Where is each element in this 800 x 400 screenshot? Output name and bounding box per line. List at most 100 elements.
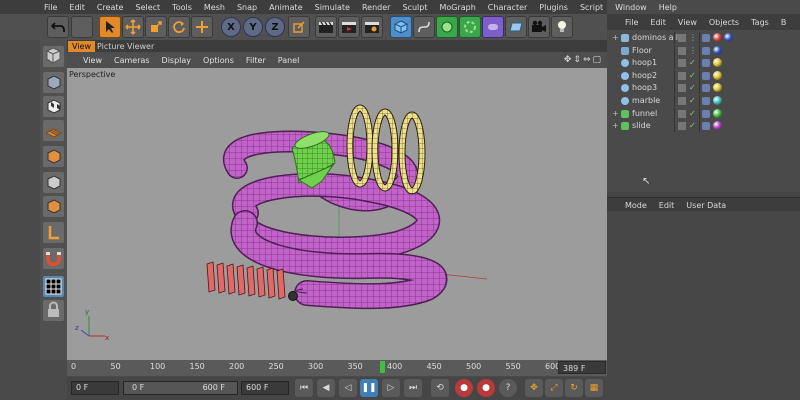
phong-tag-icon[interactable] bbox=[702, 84, 710, 93]
phong-tag-icon[interactable] bbox=[702, 46, 710, 55]
menu-plugins[interactable]: Plugins bbox=[532, 3, 573, 12]
rotate-tool-button[interactable] bbox=[168, 16, 190, 38]
enable-check-icon[interactable]: ✓ bbox=[689, 108, 696, 120]
object-name[interactable]: funnel bbox=[632, 108, 657, 120]
visibility-toggle[interactable] bbox=[678, 46, 686, 55]
menu-mesh[interactable]: Mesh bbox=[197, 3, 230, 12]
play-backwards-button[interactable]: ◁ bbox=[339, 379, 357, 397]
material-tag-icon[interactable] bbox=[713, 45, 722, 55]
loop-button[interactable]: ⟲ bbox=[431, 379, 449, 397]
menu-snap[interactable]: Snap bbox=[230, 3, 262, 12]
visibility-toggle[interactable] bbox=[678, 109, 686, 118]
object-row[interactable]: hoop1 ✓ bbox=[607, 57, 800, 70]
enable-check-icon[interactable]: ✓ bbox=[689, 95, 696, 107]
expand-toggle[interactable]: + bbox=[612, 32, 619, 44]
recent-tools-button[interactable] bbox=[191, 16, 213, 38]
enable-check-icon[interactable]: ⋮ bbox=[689, 45, 697, 57]
object-name[interactable]: hoop3 bbox=[632, 82, 657, 94]
expand-toggle[interactable]: + bbox=[612, 120, 619, 132]
menu-render[interactable]: Render bbox=[355, 3, 395, 12]
render-to-picture-viewer-button[interactable] bbox=[338, 16, 360, 38]
enable-check-icon[interactable]: ✓ bbox=[689, 120, 696, 132]
menu-animate[interactable]: Animate bbox=[262, 3, 308, 12]
object-row[interactable]: Floor ⋮ bbox=[607, 44, 800, 57]
enable-check-icon[interactable]: ✓ bbox=[689, 70, 696, 82]
scale-tool-button[interactable] bbox=[145, 16, 167, 38]
object-row[interactable]: hoop3 ✓ bbox=[607, 82, 800, 95]
go-to-start-button[interactable]: ⏮ bbox=[295, 379, 313, 397]
object-manager-list[interactable]: + dominos all ⋮ Floor ⋮ hoop1 ✓ hoop2 ✓ hoop3 ✓ mar… bbox=[607, 30, 800, 192]
model-mode-button[interactable] bbox=[43, 72, 64, 93]
record-active-objects-button[interactable]: ● bbox=[455, 379, 473, 397]
x-axis-lock-button[interactable]: X bbox=[221, 17, 241, 37]
previous-key-button[interactable]: ◀ bbox=[317, 379, 335, 397]
floor-object-button[interactable] bbox=[505, 16, 527, 38]
tab-view[interactable]: View bbox=[68, 41, 95, 52]
light-object-button[interactable] bbox=[551, 16, 573, 38]
object-menu-file[interactable]: File bbox=[607, 18, 644, 27]
menu-simulate[interactable]: Simulate bbox=[308, 3, 355, 12]
viewport-menu-display[interactable]: Display bbox=[156, 56, 198, 65]
menu-character[interactable]: Character bbox=[481, 3, 533, 12]
subdivision-surface-button[interactable] bbox=[436, 16, 458, 38]
undo-button[interactable] bbox=[47, 16, 69, 38]
menu-file[interactable]: File bbox=[0, 3, 62, 12]
autokeying-button[interactable]: ● bbox=[477, 379, 495, 397]
go-to-end-button[interactable]: ⏭ bbox=[404, 379, 422, 397]
preview-range-slider[interactable]: 0 F 600 F bbox=[123, 381, 238, 395]
pen-spline-button[interactable] bbox=[413, 16, 435, 38]
visibility-toggle[interactable] bbox=[678, 71, 686, 80]
material-tag-icon[interactable] bbox=[724, 33, 733, 42]
render-view-button[interactable] bbox=[315, 16, 337, 38]
menu-help[interactable]: Help bbox=[652, 3, 682, 12]
enable-snap-button[interactable] bbox=[43, 276, 64, 297]
y-axis-lock-button[interactable]: Y bbox=[243, 17, 263, 37]
material-tag-icon[interactable] bbox=[713, 108, 722, 118]
next-frame-button[interactable]: ▷ bbox=[382, 379, 400, 397]
menu-create[interactable]: Create bbox=[90, 3, 129, 12]
visibility-toggle[interactable] bbox=[678, 59, 686, 68]
visibility-toggle[interactable] bbox=[678, 84, 686, 93]
object-name[interactable]: hoop1 bbox=[632, 57, 657, 69]
object-row[interactable]: marble ✓ bbox=[607, 95, 800, 107]
object-name[interactable]: Floor bbox=[632, 45, 652, 57]
rotation-key-button[interactable]: ↻ bbox=[565, 379, 583, 397]
object-menu-objects[interactable]: Objects bbox=[703, 18, 745, 27]
timeline-ruler[interactable]: 0 50 100 150 200 250 300 350 400 450 500 550 600 bbox=[67, 360, 607, 376]
viewport-menu-cameras[interactable]: Cameras bbox=[108, 56, 156, 65]
object-row[interactable]: + dominos all ⋮ bbox=[607, 32, 800, 44]
polygons-mode-button[interactable] bbox=[43, 196, 64, 217]
object-name[interactable]: slide bbox=[632, 120, 651, 132]
parameter-key-button[interactable]: ▦ bbox=[585, 379, 603, 397]
viewport-menu-filter[interactable]: Filter bbox=[240, 56, 272, 65]
array-object-button[interactable] bbox=[459, 16, 481, 38]
cube-object-button[interactable] bbox=[390, 16, 412, 38]
start-frame-field[interactable]: 0 F bbox=[71, 381, 119, 395]
viewport-menu-options[interactable]: Options bbox=[197, 56, 240, 65]
viewport-nav-icons[interactable]: ✥⇕⇔▢ bbox=[564, 55, 607, 65]
z-axis-lock-button[interactable]: Z bbox=[265, 17, 285, 37]
material-tag-icon[interactable] bbox=[713, 70, 722, 80]
menu-sculpt[interactable]: Sculpt bbox=[395, 3, 432, 12]
phong-tag-icon[interactable] bbox=[702, 97, 710, 105]
viewport-menu-panel[interactable]: Panel bbox=[272, 56, 306, 65]
bend-deformer-button[interactable] bbox=[482, 16, 504, 38]
menu-mograph[interactable]: MoGraph bbox=[432, 3, 480, 12]
axis-mode-button[interactable] bbox=[43, 222, 64, 243]
points-mode-button[interactable] bbox=[43, 146, 64, 167]
workplane-mode-button[interactable] bbox=[43, 120, 64, 141]
expand-toggle[interactable]: + bbox=[612, 108, 619, 120]
phong-tag-icon[interactable] bbox=[702, 34, 710, 42]
material-tag-icon[interactable] bbox=[713, 58, 722, 68]
make-editable-button[interactable] bbox=[43, 46, 64, 67]
live-selection-button[interactable] bbox=[99, 16, 121, 38]
tweak-mode-button[interactable] bbox=[43, 248, 64, 269]
move-tool-button[interactable] bbox=[122, 16, 144, 38]
material-tag-icon[interactable] bbox=[713, 96, 722, 105]
phong-tag-icon[interactable] bbox=[702, 59, 710, 68]
object-row[interactable]: + slide ✓ bbox=[607, 120, 800, 133]
object-name[interactable]: marble bbox=[632, 95, 660, 107]
render-settings-button[interactable] bbox=[361, 16, 383, 38]
lock-workplane-button[interactable] bbox=[43, 300, 64, 321]
keyframe-selection-button[interactable]: ? bbox=[499, 379, 517, 397]
